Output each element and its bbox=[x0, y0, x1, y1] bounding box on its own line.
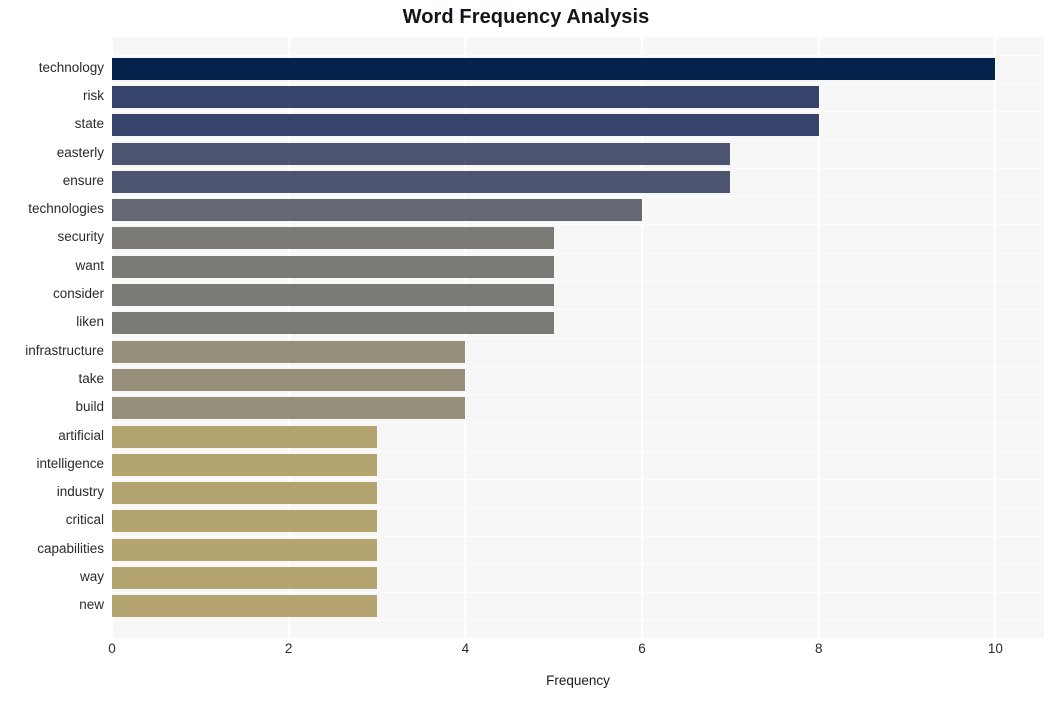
row-separator bbox=[112, 281, 1044, 282]
y-tick-label-consider: consider bbox=[52, 286, 104, 302]
row-separator bbox=[112, 196, 1044, 197]
bar-intelligence[interactable] bbox=[112, 453, 378, 476]
row-separator bbox=[112, 451, 1044, 452]
row-separator bbox=[112, 111, 1044, 112]
y-tick-label-infrastructure: infrastructure bbox=[25, 342, 104, 358]
y-tick-label-want: want bbox=[75, 257, 104, 273]
row-separator bbox=[112, 536, 1044, 537]
x-tick-label-8: 8 bbox=[814, 641, 823, 656]
y-tick-label-new: new bbox=[79, 597, 104, 613]
row-separator bbox=[112, 55, 1044, 56]
y-tick-label-intelligence: intelligence bbox=[36, 455, 104, 471]
row-separator bbox=[112, 338, 1044, 339]
bar-technologies[interactable] bbox=[112, 199, 643, 222]
bar-consider[interactable] bbox=[112, 284, 554, 307]
bar-critical[interactable] bbox=[112, 510, 378, 533]
y-tick-label-security: security bbox=[57, 229, 104, 245]
x-tick-label-0: 0 bbox=[108, 641, 116, 656]
bar-artificial[interactable] bbox=[112, 425, 378, 448]
row-separator bbox=[112, 83, 1044, 84]
gridline-x-10 bbox=[994, 37, 997, 638]
y-tick-label-risk: risk bbox=[83, 87, 104, 103]
y-tick-label-industry: industry bbox=[56, 484, 104, 500]
y-tick-label-capabilities: capabilities bbox=[37, 540, 104, 556]
x-tick-label-4: 4 bbox=[461, 641, 470, 656]
bar-security[interactable] bbox=[112, 227, 554, 250]
row-separator bbox=[112, 394, 1044, 395]
x-axis-tick-labels: 0 2 4 6 8 10 bbox=[108, 641, 1044, 665]
y-tick-label-liken: liken bbox=[76, 314, 104, 330]
bar-risk[interactable] bbox=[112, 85, 819, 108]
y-tick-label-easterly: easterly bbox=[56, 144, 104, 160]
row-separator bbox=[112, 620, 1044, 621]
row-separator bbox=[112, 139, 1044, 140]
bar-capabilities[interactable] bbox=[112, 538, 378, 561]
row-separator bbox=[112, 479, 1044, 480]
y-tick-label-artificial: artificial bbox=[58, 427, 104, 443]
bar-technology[interactable] bbox=[112, 57, 996, 80]
bar-build[interactable] bbox=[112, 397, 466, 420]
chart-title: Word Frequency Analysis bbox=[402, 6, 650, 28]
y-tick-label-take: take bbox=[78, 370, 104, 386]
y-tick-label-ensure: ensure bbox=[62, 172, 104, 188]
x-tick-label-10: 10 bbox=[987, 641, 1003, 656]
bar-ensure[interactable] bbox=[112, 170, 731, 193]
row-separator bbox=[112, 564, 1044, 565]
bar-liken[interactable] bbox=[112, 312, 554, 335]
row-separator bbox=[112, 592, 1044, 593]
row-separator bbox=[112, 422, 1044, 423]
x-tick-label-6: 6 bbox=[638, 641, 646, 656]
row-separator bbox=[112, 224, 1044, 225]
bar-state[interactable] bbox=[112, 114, 819, 137]
bar-new[interactable] bbox=[112, 595, 378, 618]
bar-way[interactable] bbox=[112, 567, 378, 589]
row-separator bbox=[112, 507, 1044, 508]
row-separator bbox=[112, 168, 1044, 169]
y-tick-label-state: state bbox=[74, 116, 104, 132]
bar-industry[interactable] bbox=[112, 482, 378, 505]
row-separator bbox=[112, 253, 1044, 254]
x-tick-label-2: 2 bbox=[284, 641, 293, 656]
row-separator bbox=[112, 309, 1044, 310]
bar-want[interactable] bbox=[112, 255, 554, 278]
x-axis-label: Frequency bbox=[546, 673, 610, 688]
bar-easterly[interactable] bbox=[112, 142, 731, 165]
y-tick-label-technology: technology bbox=[38, 59, 104, 75]
y-tick-label-build: build bbox=[75, 399, 104, 415]
y-tick-label-critical: critical bbox=[65, 512, 104, 528]
y-tick-label-way: way bbox=[79, 569, 104, 584]
bar-take[interactable] bbox=[112, 368, 466, 391]
y-axis-tick-labels: technology risk state easterly ensure technol… bbox=[0, 37, 104, 638]
word-frequency-bar-chart: Word Frequency Analysis technology risk st… bbox=[0, 0, 1052, 701]
row-separator bbox=[112, 366, 1044, 367]
bar-infrastructure[interactable] bbox=[112, 340, 466, 363]
plot-area bbox=[112, 37, 1044, 638]
y-tick-label-technologies: technologies bbox=[28, 201, 104, 217]
